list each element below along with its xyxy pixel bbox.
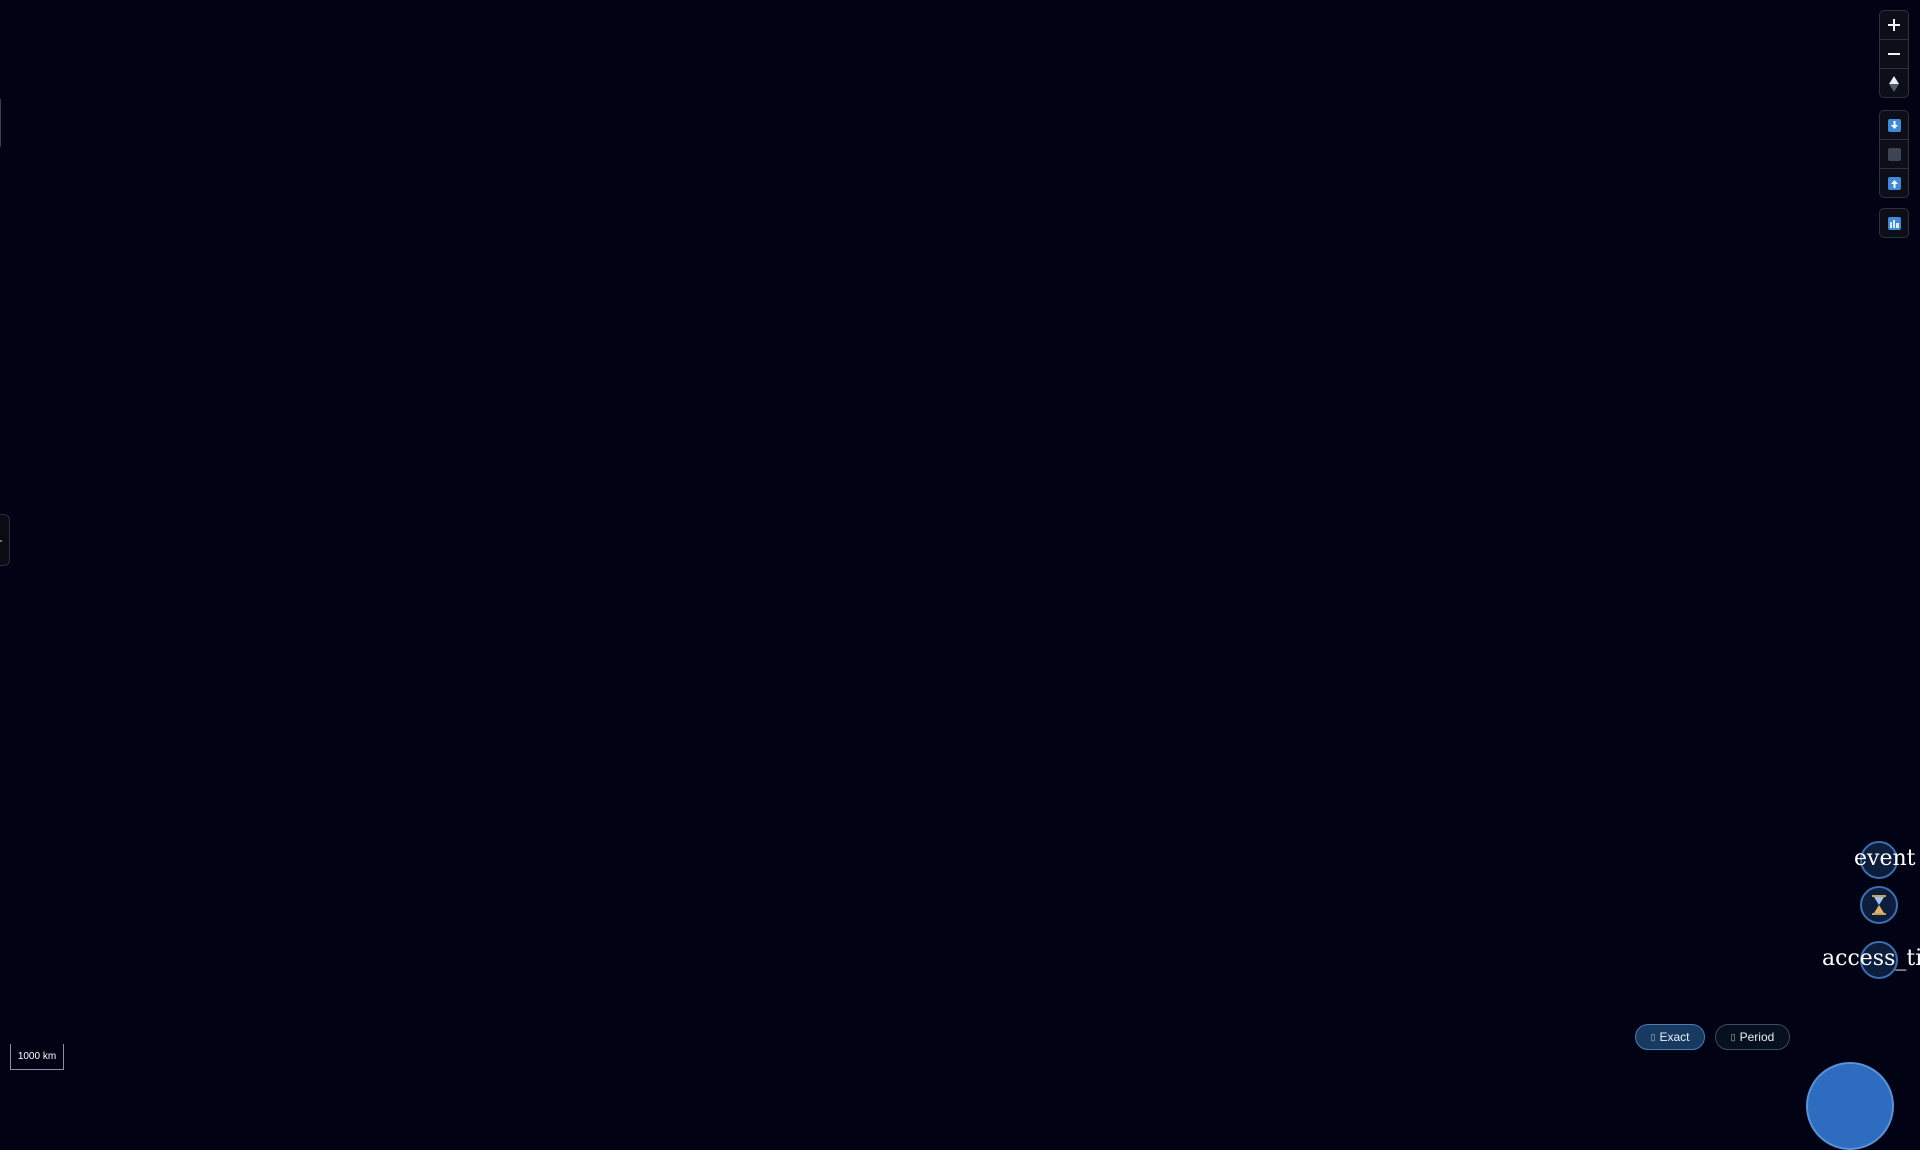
left-edge-divider: [0, 99, 1, 147]
zoom-out-button[interactable]: [1880, 40, 1908, 69]
zoom-in-button[interactable]: [1880, 11, 1908, 40]
event-node[interactable]: [1860, 841, 1898, 879]
map-canvas[interactable]: [0, 0, 1920, 1080]
minus-icon: [1888, 53, 1900, 55]
primary-action-button[interactable]: [1806, 1062, 1894, 1150]
download-button[interactable]: [1880, 111, 1908, 140]
skyline-icon: [1887, 216, 1901, 230]
exact-mode-icon: ▯: [1650, 1031, 1656, 1042]
hourglass-node[interactable]: [1860, 886, 1898, 924]
stop-icon: [1887, 147, 1901, 161]
access-time-node[interactable]: [1860, 941, 1898, 979]
download-icon: [1887, 118, 1901, 132]
reset-bearing-button[interactable]: [1880, 69, 1908, 97]
compass-icon: [1889, 75, 1899, 92]
hourglass-icon: [1872, 895, 1886, 915]
exact-mode-label: Exact: [1659, 1030, 1690, 1044]
period-mode-icon: ▯: [1730, 1031, 1736, 1042]
stop-button[interactable]: [1880, 140, 1908, 169]
upload-button[interactable]: [1880, 169, 1908, 197]
upload-icon: [1887, 177, 1901, 190]
handle-grip-icon: [0, 540, 2, 542]
exact-mode-button[interactable]: ▯ Exact: [1635, 1024, 1705, 1050]
skyline-controls: [1879, 208, 1909, 238]
zoom-controls: [1879, 10, 1909, 98]
map-scale-bar: 1000 km: [10, 1044, 64, 1070]
period-mode-label: Period: [1739, 1030, 1775, 1044]
plus-icon: [1888, 19, 1900, 31]
layer-controls: [1879, 110, 1909, 198]
skyline-button[interactable]: [1880, 209, 1908, 237]
period-mode-button[interactable]: ▯ Period: [1715, 1024, 1790, 1050]
side-panel-toggle[interactable]: [0, 514, 10, 566]
